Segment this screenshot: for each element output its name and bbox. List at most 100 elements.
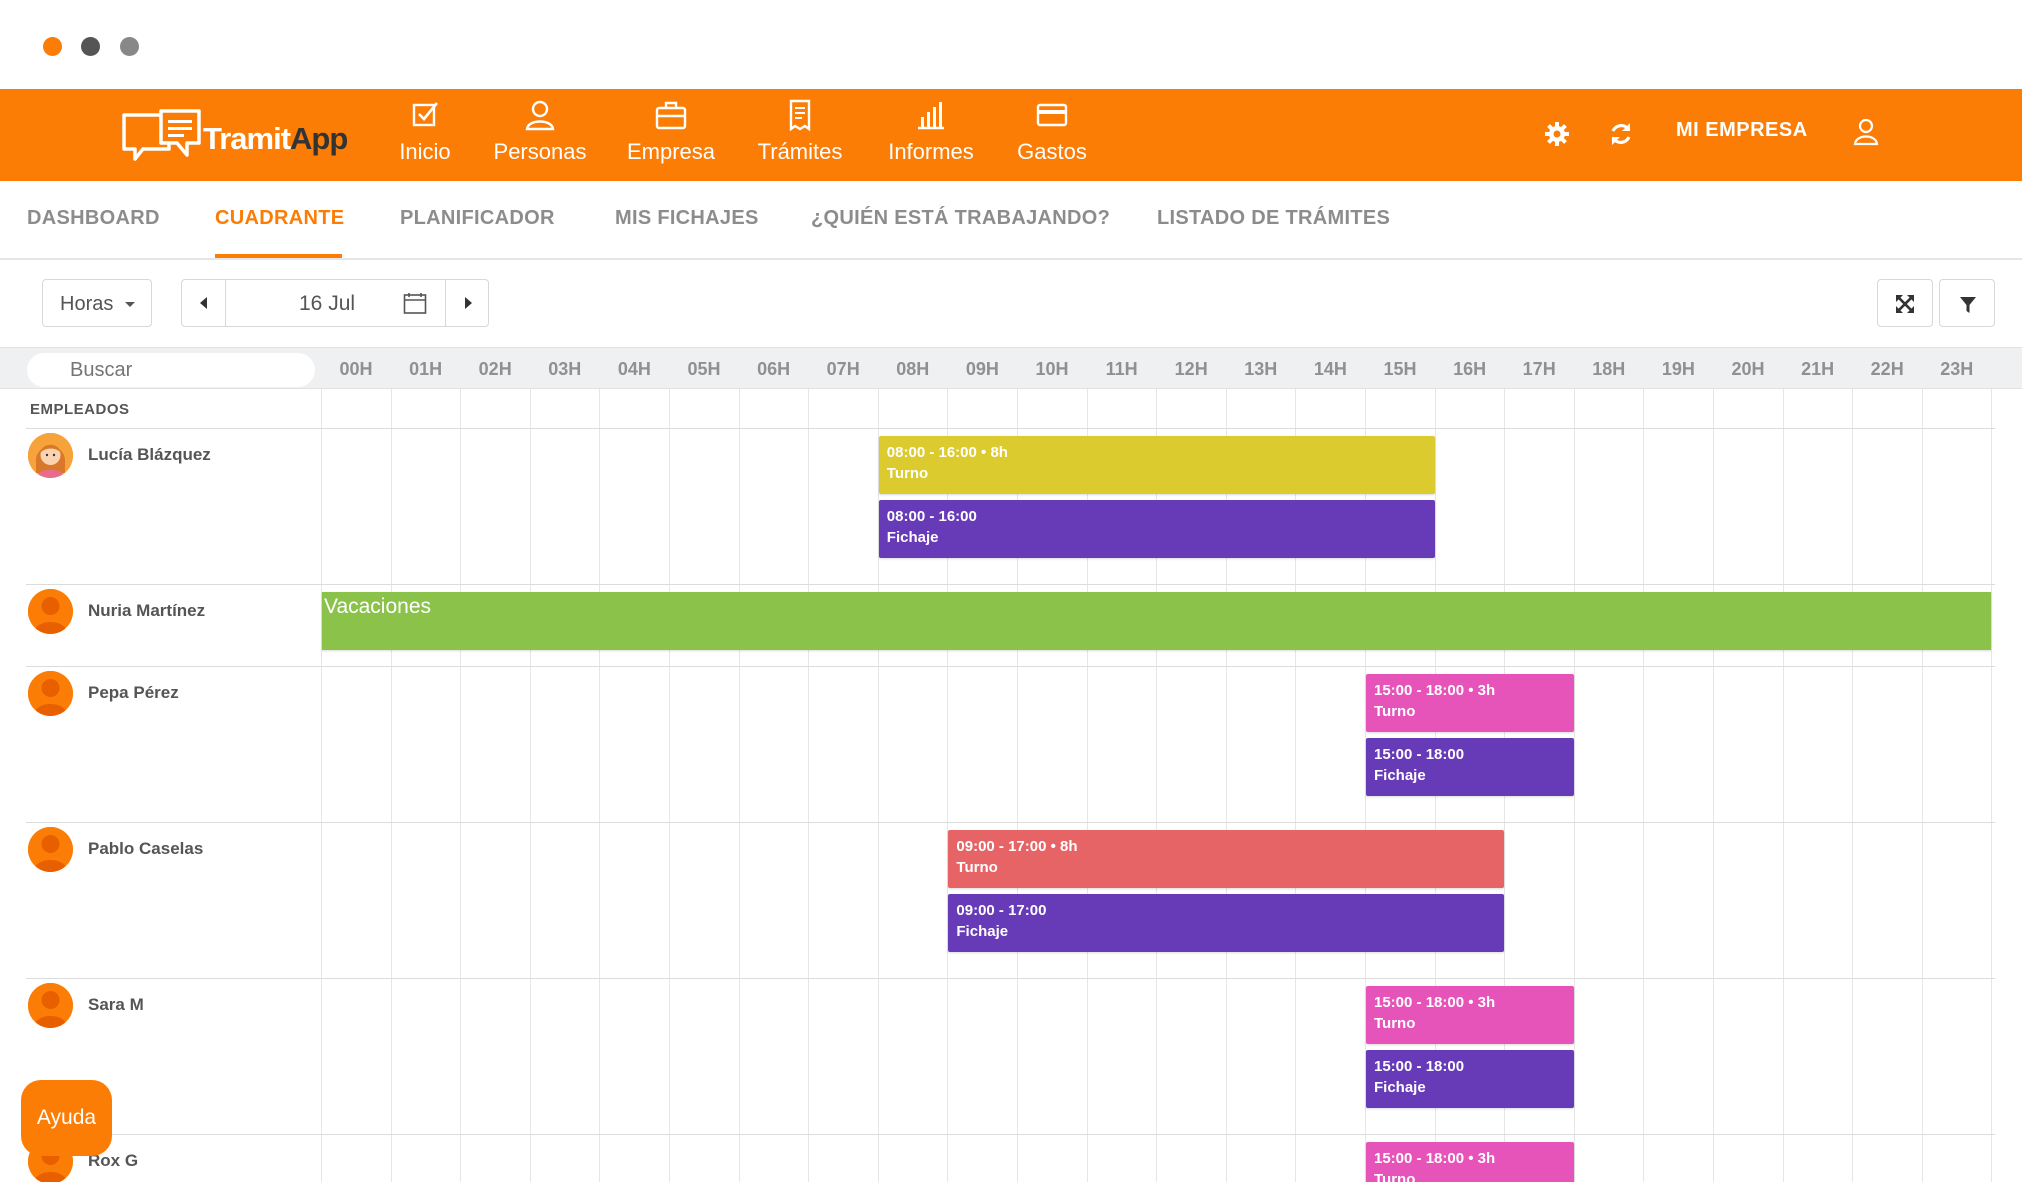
nav-informes[interactable]: Informes xyxy=(884,99,978,175)
caret-down-icon xyxy=(125,302,135,307)
window-maximize-dot[interactable] xyxy=(120,37,139,56)
person-icon xyxy=(525,100,555,131)
shift-type: Fichaje xyxy=(1374,767,1426,784)
nav-tramites-label: Trámites xyxy=(757,139,843,164)
refresh-icon[interactable] xyxy=(1606,119,1636,149)
window-minimize-dot[interactable] xyxy=(81,37,100,56)
checkbox-icon xyxy=(412,102,439,127)
hour-label: 01H xyxy=(409,359,443,379)
hour-label: 09H xyxy=(965,359,999,379)
hour-label: 13H xyxy=(1244,359,1278,379)
female-avatar xyxy=(28,433,73,478)
shift-time: 09:00 - 17:00 • 8h xyxy=(956,838,1078,855)
hour-label: 19H xyxy=(1661,359,1695,379)
funnel-icon xyxy=(1960,297,1976,313)
receipt-icon xyxy=(789,99,811,131)
app-logo[interactable]: TramitApp xyxy=(121,103,348,169)
date-input[interactable]: 16 Jul xyxy=(299,292,355,316)
row-divider xyxy=(26,1134,1995,1135)
tab-listado-tramites[interactable]: LISTADO DE TRÁMITES xyxy=(1157,207,1390,230)
shift-type: Fichaje xyxy=(956,923,1009,940)
shift-type: Turno xyxy=(1374,1015,1416,1032)
nav-gastos[interactable]: Gastos xyxy=(1014,99,1090,175)
grid-column-line xyxy=(391,389,392,1182)
shift-type: Turno xyxy=(956,859,998,876)
hour-label: 18H xyxy=(1592,359,1626,379)
row-divider xyxy=(26,822,1995,823)
shift-block[interactable]: 09:00 - 17:00 • 8h Turno xyxy=(948,830,1505,888)
view-mode-select[interactable]: Horas xyxy=(42,279,152,327)
shift-block[interactable]: 08:00 - 16:00 • 8h Turno xyxy=(878,436,1435,494)
help-button[interactable]: Ayuda xyxy=(21,1080,112,1156)
filter-button[interactable] xyxy=(1939,279,1995,327)
grid-column-line xyxy=(669,389,670,1182)
shift-time: 08:00 - 16:00 xyxy=(886,508,977,525)
grid-column-line xyxy=(321,389,322,1182)
calendar-icon[interactable] xyxy=(403,292,427,314)
grid-column-line xyxy=(739,389,740,1182)
grid-column-line xyxy=(808,389,809,1182)
hour-label: 00H xyxy=(339,359,373,379)
caret-left-icon xyxy=(200,297,207,309)
hour-label: 12H xyxy=(1174,359,1208,379)
shift-type: Turno xyxy=(886,465,929,482)
clock-in-block[interactable]: 08:00 - 16:00 Fichaje xyxy=(878,500,1435,558)
clock-in-block[interactable]: 15:00 - 18:00 Fichaje xyxy=(1366,738,1574,796)
shift-block[interactable]: 15:00 - 18:00 • 3h Turno xyxy=(1366,986,1574,1044)
search-input[interactable] xyxy=(27,353,315,387)
tab-quien-esta-trabajando[interactable]: ¿QUIÉN ESTÁ TRABAJANDO? xyxy=(811,207,1110,230)
vacation-block[interactable]: Vacaciones xyxy=(322,592,1992,650)
clock-in-block[interactable]: 09:00 - 17:00 Fichaje xyxy=(948,894,1505,952)
tab-mis-fichajes[interactable]: MIS FICHAJES xyxy=(615,207,759,230)
user-account-icon[interactable] xyxy=(1851,117,1881,147)
avatar xyxy=(28,589,73,634)
shift-block[interactable]: 15:00 - 18:00 • 3h Turno xyxy=(1366,1142,1574,1182)
grid-column-line xyxy=(530,389,531,1182)
shift-type: Turno xyxy=(1374,703,1416,720)
avatar xyxy=(28,983,73,1028)
gear-icon[interactable] xyxy=(1542,119,1572,149)
shift-block[interactable]: 15:00 - 18:00 • 3h Turno xyxy=(1366,674,1574,732)
hour-label: 16H xyxy=(1453,359,1487,379)
row-divider xyxy=(26,428,1995,429)
shift-time: 15:00 - 18:00 • 3h xyxy=(1374,1150,1496,1167)
next-day-button[interactable] xyxy=(445,280,489,326)
hour-label: 14H xyxy=(1313,359,1347,379)
window-close-dot[interactable] xyxy=(43,37,62,56)
active-tab-indicator xyxy=(215,254,342,258)
hour-label: 23H xyxy=(1940,359,1974,379)
previous-day-button[interactable] xyxy=(182,280,226,326)
nav-personas-label: Personas xyxy=(493,139,587,164)
shift-time: 09:00 - 17:00 xyxy=(956,902,1047,919)
hour-label: 17H xyxy=(1522,359,1556,379)
nav-inicio[interactable]: Inicio xyxy=(392,99,458,175)
clock-in-block[interactable]: 15:00 - 18:00 Fichaje xyxy=(1366,1050,1574,1108)
hour-label: 03H xyxy=(548,359,582,379)
hour-label: 04H xyxy=(617,359,651,379)
shift-time: 08:00 - 16:00 • 8h xyxy=(886,444,1008,461)
nav-empresa[interactable]: Empresa xyxy=(624,99,718,175)
hour-label: 11H xyxy=(1105,359,1138,379)
shift-time: Vacaciones xyxy=(324,595,432,618)
employee-name[interactable]: Nuria Martínez xyxy=(88,601,205,621)
shift-time: 15:00 - 18:00 xyxy=(1374,1058,1465,1075)
tab-planificador[interactable]: PLANIFICADOR xyxy=(400,207,555,230)
nav-personas[interactable]: Personas xyxy=(492,99,588,175)
avatar xyxy=(28,671,73,716)
employee-name[interactable]: Lucía Blázquez xyxy=(88,445,211,465)
view-mode-value: Horas xyxy=(60,293,114,315)
avatar xyxy=(28,827,73,872)
company-menu[interactable]: MI EMPRESA xyxy=(1676,119,1808,142)
grid-column-line xyxy=(1643,389,1644,1182)
tab-cuadrante[interactable]: CUADRANTE xyxy=(215,207,344,230)
nav-gastos-label: Gastos xyxy=(1017,139,1087,164)
nav-inicio-label: Inicio xyxy=(399,139,451,164)
tab-dashboard[interactable]: DASHBOARD xyxy=(27,207,160,230)
grid-column-line xyxy=(1574,389,1575,1182)
nav-tramites[interactable]: Trámites xyxy=(754,99,846,175)
grid-column-line xyxy=(1991,389,1992,1182)
fullscreen-button[interactable] xyxy=(1877,279,1933,327)
employee-name[interactable]: Pepa Pérez xyxy=(88,683,179,703)
employee-name[interactable]: Sara M xyxy=(88,995,144,1015)
employee-name[interactable]: Pablo Caselas xyxy=(88,839,203,859)
